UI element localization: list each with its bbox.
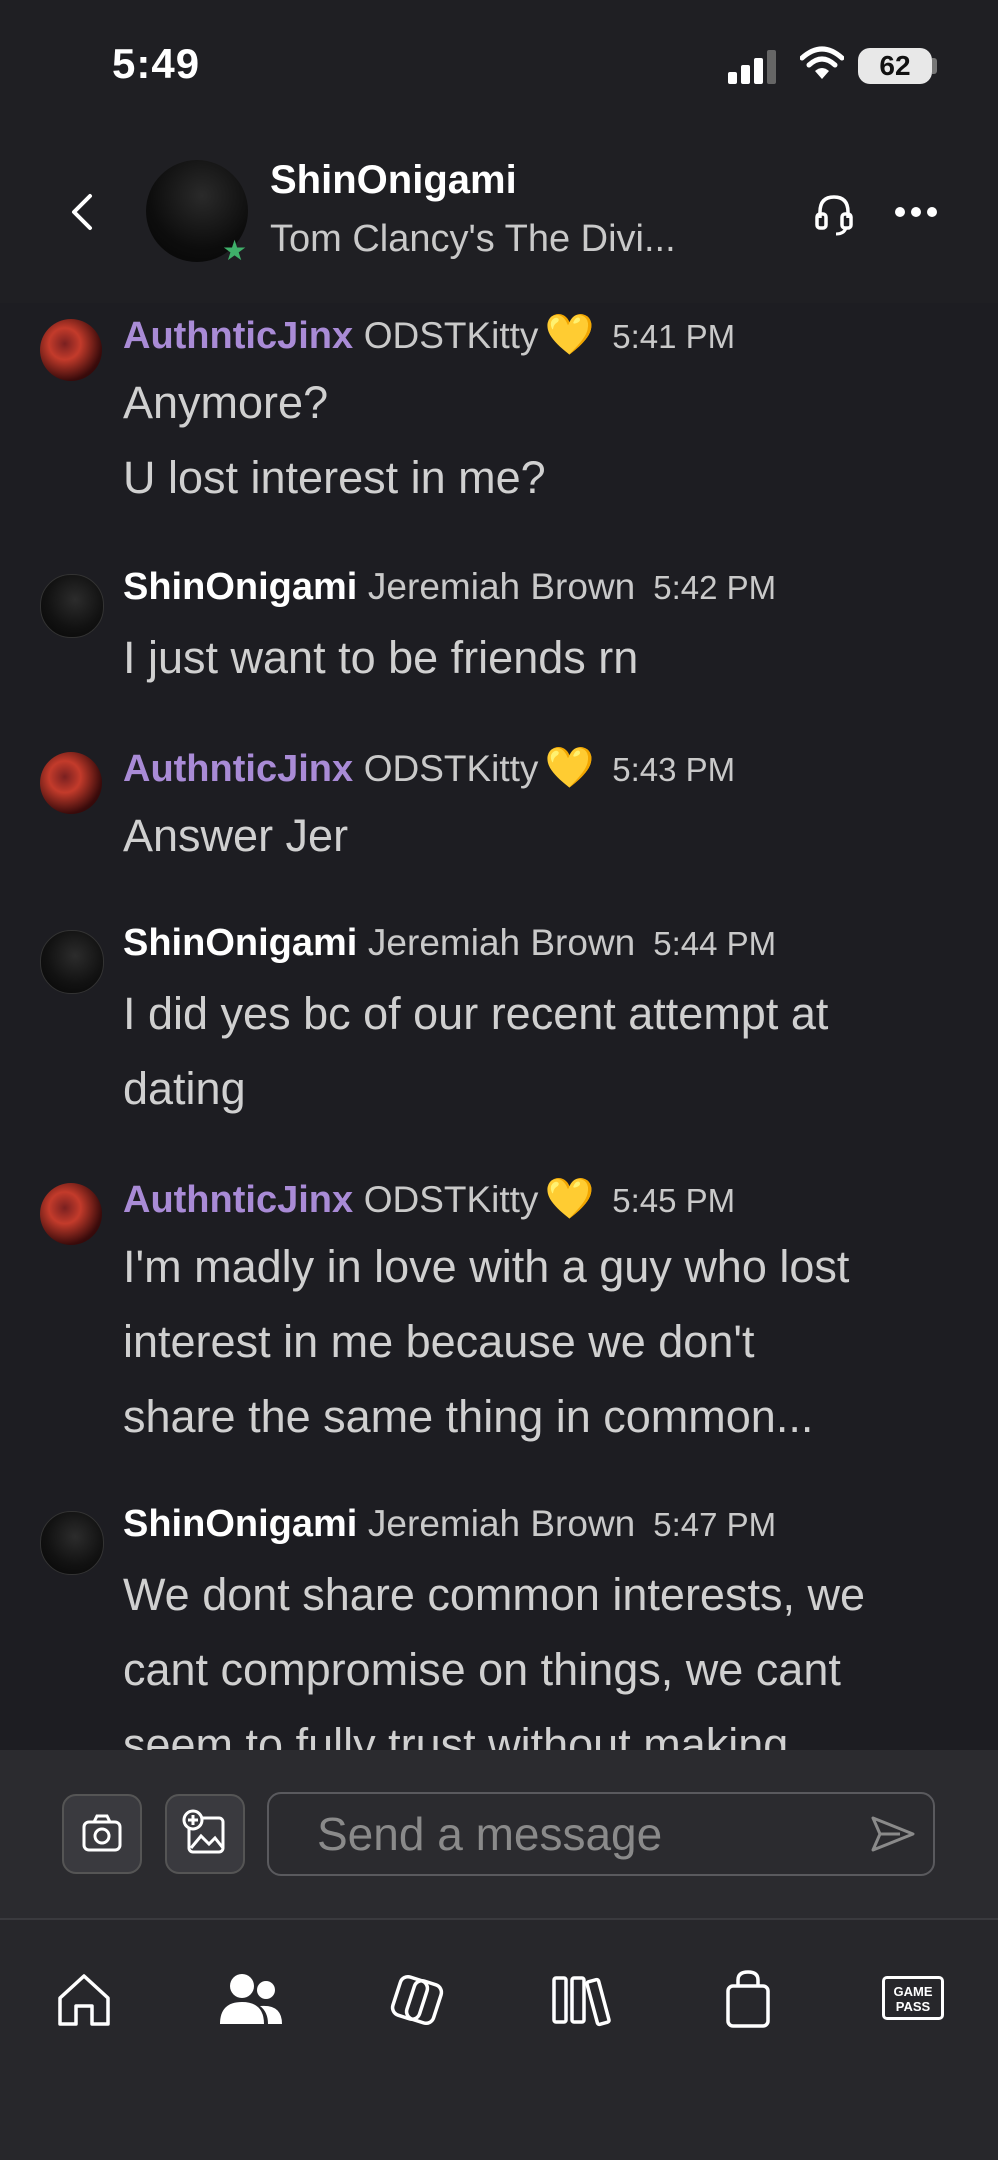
message-line: share the same thing in common...	[123, 1391, 814, 1442]
sender-name-text: ShinOnigami	[123, 922, 358, 964]
cellular-signal-icon	[728, 50, 776, 84]
sender-avatar[interactable]	[40, 752, 102, 814]
sender-name[interactable]: ShinOnigami Jeremiah Brown 5:42 PM	[123, 566, 776, 609]
sender-name[interactable]: AuthnticJinx ODSTKitty 💛 5:45 PM	[123, 1175, 735, 1222]
sender-gamertag: Jeremiah Brown	[367, 566, 636, 607]
message-list[interactable]: AuthnticJinx ODSTKitty 💛 5:41 PM Anymore? …	[0, 303, 998, 1750]
battery-tip	[932, 58, 937, 74]
online-status-icon: ★	[222, 235, 248, 266]
clock: 5:49	[112, 40, 201, 87]
add-image-button[interactable]	[165, 1794, 245, 1874]
sender-name[interactable]: ShinOnigami Jeremiah Brown 5:47 PM	[123, 1503, 776, 1546]
message-line: seem to fully trust without making	[123, 1719, 789, 1750]
message-line: I'm madly in love with a guy who lost	[123, 1241, 850, 1292]
message-composer: Send a message	[0, 1750, 998, 1920]
sender-avatar[interactable]	[40, 930, 104, 994]
message-timestamp: 5:42 PM	[653, 569, 777, 606]
social-people-icon[interactable]	[216, 1968, 286, 2032]
sender-avatar[interactable]	[40, 319, 102, 381]
sender-avatar[interactable]	[40, 1183, 102, 1245]
yellow-heart-icon: 💛	[544, 1177, 595, 1221]
message-text: Anymore? U lost interest in me?	[123, 365, 546, 515]
bottom-navigation: GAME PASS	[0, 1920, 998, 2160]
message-line: Anymore?	[123, 377, 329, 428]
send-icon[interactable]	[870, 1814, 916, 1854]
sender-gamertag: ODSTKitty	[363, 315, 539, 356]
conversation-header: ★ ShinOnigami Tom Clancy's The Divi...	[0, 130, 998, 303]
contact-activity: Tom Clancy's The Divi...	[270, 218, 676, 260]
message-line: Answer Jer	[123, 810, 349, 861]
sender-name-text: AuthnticJinx	[123, 748, 354, 790]
message-line: We dont share common interests, we	[123, 1569, 865, 1620]
add-image-icon	[182, 1809, 225, 1854]
sender-name[interactable]: ShinOnigami Jeremiah Brown 5:44 PM	[123, 922, 776, 965]
yellow-heart-icon: 💛	[544, 746, 595, 790]
message-text: I did yes bc of our recent attempt at da…	[123, 976, 828, 1126]
library-icon[interactable]	[550, 1968, 616, 2032]
message-timestamp: 5:41 PM	[612, 318, 736, 355]
status-bar: 5:49 62	[0, 0, 998, 130]
sender-name-text: AuthnticJinx	[123, 315, 354, 357]
camera-icon	[82, 1814, 122, 1852]
contact-name[interactable]: ShinOnigami	[270, 158, 517, 203]
yellow-heart-icon: 💛	[544, 313, 595, 357]
battery-icon: 62	[858, 48, 932, 84]
message-input[interactable]: Send a message	[267, 1792, 935, 1876]
message-timestamp: 5:43 PM	[612, 751, 736, 788]
message-text: We dont share common interests, we cant …	[123, 1557, 865, 1750]
message-text: I just want to be friends rn	[123, 620, 638, 695]
message-line: U lost interest in me?	[123, 452, 546, 503]
message-line: I did yes bc of our recent attempt at	[123, 988, 829, 1039]
sender-name-text: ShinOnigami	[123, 566, 358, 608]
wifi-icon	[800, 46, 844, 79]
message-line: I just want to be friends rn	[123, 632, 639, 683]
game-pass-icon[interactable]: GAME PASS	[882, 1976, 944, 2020]
message-line: dating	[123, 1063, 246, 1114]
headset-icon[interactable]	[814, 192, 854, 238]
game-pass-line2: PASS	[895, 1999, 931, 2014]
home-icon[interactable]	[52, 1968, 116, 2032]
play-anywhere-icon[interactable]	[384, 1968, 448, 2032]
sender-gamertag: ODSTKitty	[363, 1179, 539, 1220]
back-chevron-icon[interactable]	[68, 192, 94, 232]
message-line: interest in me because we don't	[123, 1316, 755, 1367]
sender-gamertag: Jeremiah Brown	[367, 1503, 636, 1544]
sender-name-text: AuthnticJinx	[123, 1179, 354, 1221]
more-options-icon[interactable]	[894, 206, 938, 218]
sender-name[interactable]: AuthnticJinx ODSTKitty 💛 5:41 PM	[123, 311, 735, 358]
sender-name-text: ShinOnigami	[123, 1503, 358, 1545]
sender-gamertag: ODSTKitty	[363, 748, 539, 789]
message-line: cant compromise on things, we cant	[123, 1644, 841, 1695]
game-pass-line1: GAME	[893, 1984, 933, 1999]
camera-button[interactable]	[62, 1794, 142, 1874]
message-timestamp: 5:47 PM	[653, 1506, 777, 1543]
sender-name[interactable]: AuthnticJinx ODSTKitty 💛 5:43 PM	[123, 744, 735, 791]
message-text: I'm madly in love with a guy who lost in…	[123, 1229, 849, 1454]
message-text: Answer Jer	[123, 798, 348, 873]
message-timestamp: 5:44 PM	[653, 925, 777, 962]
message-timestamp: 5:45 PM	[612, 1182, 736, 1219]
sender-avatar[interactable]	[40, 574, 104, 638]
sender-avatar[interactable]	[40, 1511, 104, 1575]
sender-gamertag: Jeremiah Brown	[367, 922, 636, 963]
store-bag-icon[interactable]	[716, 1968, 780, 2032]
